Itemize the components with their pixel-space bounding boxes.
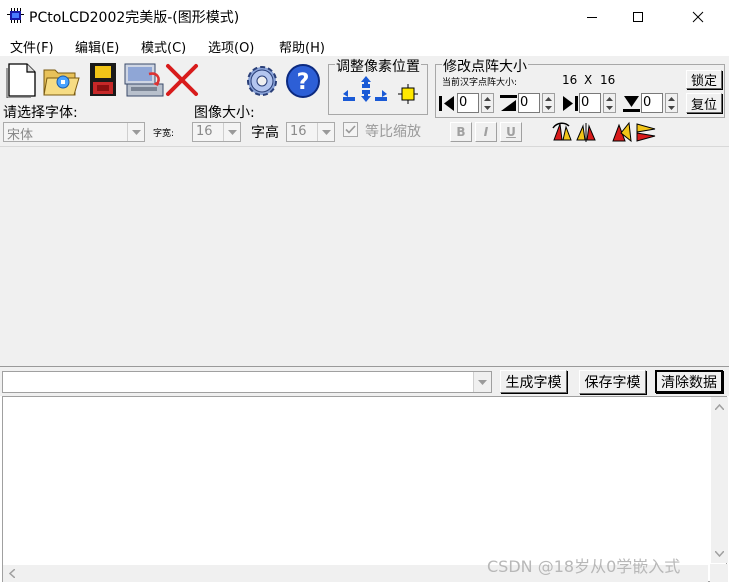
invert-icon[interactable]: [611, 121, 633, 143]
pad-top-icon: [499, 94, 518, 113]
pad-left-icon: [438, 94, 457, 113]
image-size-label: 图像大小:: [194, 105, 255, 121]
save-disk-icon[interactable]: [87, 60, 123, 96]
close-icon: [692, 11, 704, 23]
app-chip-icon: [7, 8, 24, 23]
pixel-adjust-title: 调整像素位置: [335, 56, 421, 76]
chevron-down-icon: [317, 123, 334, 141]
shift-up-icon[interactable]: [359, 75, 373, 89]
settings-gear-icon[interactable]: [243, 62, 279, 98]
maximize-button[interactable]: [615, 0, 661, 34]
svg-text:?: ?: [297, 70, 310, 95]
reset-button[interactable]: 复位: [686, 93, 722, 113]
shift-right-icon[interactable]: [374, 88, 388, 102]
checkmark-icon: [345, 125, 356, 134]
shift-left-icon[interactable]: [342, 88, 356, 102]
help-icon[interactable]: ?: [284, 62, 320, 98]
bold-button[interactable]: B: [450, 122, 472, 142]
pad-top-spinner[interactable]: [542, 93, 555, 113]
lock-button[interactable]: 锁定: [686, 70, 722, 89]
close-button[interactable]: [675, 0, 721, 34]
pad-right-input[interactable]: 0: [579, 93, 601, 113]
chevron-down-icon[interactable]: [715, 551, 724, 557]
pad-bottom-spinner[interactable]: [665, 93, 678, 113]
open-folder-icon[interactable]: [41, 60, 80, 96]
size-x-label: X: [584, 73, 593, 87]
center-icon[interactable]: [398, 84, 418, 104]
chevron-left-icon[interactable]: [9, 569, 15, 578]
keep-ratio-checkbox[interactable]: [343, 122, 358, 137]
menu-mode[interactable]: 模式(C): [141, 37, 186, 56]
font-height-label: 字高: [251, 125, 279, 141]
drawing-canvas[interactable]: [0, 146, 729, 367]
dot-matrix-title: 修改点阵大小: [442, 56, 528, 76]
font-select[interactable]: 宋体: [3, 122, 145, 143]
chevron-down-icon[interactable]: [473, 372, 491, 392]
chevron-down-icon: [223, 123, 240, 141]
pad-bottom-input[interactable]: 0: [641, 93, 663, 113]
font-height-select[interactable]: 16: [286, 122, 335, 142]
delete-x-icon[interactable]: [164, 62, 200, 98]
text-input-combo[interactable]: [2, 371, 492, 393]
current-size-label: 当前汉字点阵大小:: [442, 78, 518, 88]
font-width-label: 字宽:: [153, 129, 175, 139]
save-font-button[interactable]: 保存字模: [579, 370, 646, 394]
chevron-up-icon[interactable]: [715, 404, 724, 410]
clear-data-button[interactable]: 清除数据: [655, 370, 723, 393]
font-prompt-label: 请选择字体:: [3, 105, 78, 121]
mirror-icon[interactable]: [575, 121, 597, 143]
rotate-icon[interactable]: [551, 121, 573, 143]
current-height-value: 16: [600, 73, 616, 87]
font-width-value: 16: [196, 124, 213, 139]
new-file-icon[interactable]: [5, 60, 41, 99]
shift-down-icon[interactable]: [359, 89, 373, 103]
pad-bottom-icon: [622, 94, 641, 113]
minimize-icon: [587, 17, 597, 18]
font-height-value: 16: [290, 124, 307, 139]
menu-options[interactable]: 选项(O): [208, 37, 254, 56]
font-width-select[interactable]: 16: [192, 122, 241, 142]
title-bar: PCtoLCD2002完美版-(图形模式): [0, 0, 729, 34]
pad-left-spinner[interactable]: [481, 93, 494, 113]
pad-left-input[interactable]: 0: [457, 93, 479, 113]
pad-right-icon: [560, 94, 579, 113]
current-width-value: 16: [562, 73, 578, 87]
keep-ratio-label: 等比缩放: [365, 124, 421, 140]
chevron-down-icon: [127, 123, 144, 141]
vertical-scrollbar[interactable]: [711, 397, 728, 563]
menu-help[interactable]: 帮助(H): [279, 37, 325, 56]
generate-font-button[interactable]: 生成字模: [500, 370, 567, 393]
menu-edit[interactable]: 编辑(E): [75, 37, 119, 56]
underline-button[interactable]: U: [500, 122, 522, 142]
export-icon[interactable]: [123, 60, 164, 97]
italic-button[interactable]: I: [475, 122, 497, 142]
minimize-button[interactable]: [569, 0, 615, 34]
maximize-icon: [633, 12, 643, 22]
flip-icon[interactable]: [635, 121, 657, 143]
pad-right-spinner[interactable]: [603, 93, 616, 113]
watermark-text: CSDN @18岁从0学嵌入式: [487, 557, 681, 576]
window-title: PCtoLCD2002完美版-(图形模式): [29, 10, 240, 26]
scroll-corner: [710, 564, 728, 582]
pad-top-input[interactable]: 0: [518, 93, 540, 113]
menu-file[interactable]: 文件(F): [10, 37, 54, 56]
font-select-value: 宋体: [7, 128, 34, 143]
